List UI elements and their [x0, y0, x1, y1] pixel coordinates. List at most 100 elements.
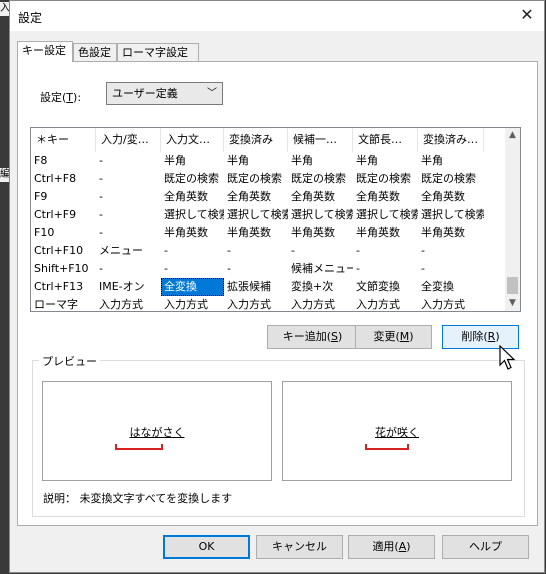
table-cell[interactable]: - — [161, 260, 224, 278]
table-cell[interactable]: 全角英数 — [161, 188, 224, 206]
table-cell[interactable]: 選択して検索 — [161, 206, 224, 224]
table-row[interactable]: F8- 半角 半角 半角 半角 半角 — [31, 152, 505, 170]
table-cell[interactable]: 半角英数 — [288, 224, 353, 242]
table-row[interactable]: F10- 半角英数 半角英数 半角英数 半角英数 半角英数 — [31, 224, 505, 242]
scroll-up-icon[interactable]: ▲ — [505, 128, 520, 143]
preview-label: プレビュー — [39, 353, 100, 369]
table-cell[interactable]: 全角英数 — [418, 188, 484, 206]
table-cell[interactable]: - — [96, 152, 161, 170]
table-cell[interactable]: 入力方式 — [224, 296, 288, 311]
add-key-button[interactable]: キー追加(S) — [267, 325, 358, 349]
table-cell[interactable]: メニュー — [96, 242, 161, 260]
table-cell[interactable]: 選択して検索 — [288, 206, 353, 224]
change-button[interactable]: 変更(M) — [355, 325, 432, 349]
tab-color-settings[interactable]: 色設定 — [73, 43, 117, 61]
scroll-thumb[interactable] — [507, 277, 518, 294]
table-cell[interactable]: - — [224, 242, 288, 260]
table-cell[interactable]: 半角英数 — [353, 224, 418, 242]
table-row[interactable]: Ctrl+F9- 選択して検索 選択して検索 選択して検索 選択して検索 選択して検索 — [31, 206, 505, 224]
table-cell[interactable]: 全変換 — [161, 278, 224, 296]
column-header[interactable]: ＊キー — [31, 128, 96, 152]
table-cell[interactable]: - — [288, 242, 353, 260]
table-row[interactable]: Ctrl+F13 IME-オン 全変換 拡張候補 変換+次 文節変換 全変換 — [31, 278, 505, 296]
table-cell[interactable]: 拡張候補 — [224, 278, 288, 296]
table-cell[interactable]: 半角 — [288, 152, 353, 170]
table-cell[interactable]: 全角英数 — [353, 188, 418, 206]
table-cell[interactable]: - — [96, 206, 161, 224]
table-cell[interactable]: 選択して検索 — [353, 206, 418, 224]
table-cell[interactable]: - — [96, 224, 161, 242]
apply-button[interactable]: 適用(A) — [348, 535, 435, 559]
table-cell[interactable]: 候補メニュー — [288, 260, 353, 278]
table-cell[interactable]: - — [224, 260, 288, 278]
column-header[interactable]: 入力文… — [161, 128, 224, 152]
table-cell[interactable]: 選択して検索 — [224, 206, 288, 224]
table-cell[interactable]: 既定の検索 — [288, 170, 353, 188]
table-cell[interactable]: F9 — [31, 188, 96, 206]
column-header[interactable]: 変換済み — [224, 128, 288, 152]
table-row[interactable]: Ctrl+F8- 既定の検索 既定の検索 既定の検索 既定の検索 既定の検索 — [31, 170, 505, 188]
column-header[interactable]: 入力/変… — [96, 128, 161, 152]
table-cell[interactable]: Ctrl+F13 — [31, 278, 96, 296]
table-cell[interactable]: Ctrl+F8 — [31, 170, 96, 188]
tab-key-settings[interactable]: キー設定 — [17, 41, 73, 62]
scroll-down-icon[interactable]: ▼ — [505, 296, 520, 311]
table-cell[interactable]: IME-オン — [96, 278, 161, 296]
table-cell[interactable]: 全角英数 — [288, 188, 353, 206]
description-text: 未変換文字すべてを変換します — [79, 492, 233, 505]
table-cell[interactable]: - — [96, 260, 161, 278]
key-settings-panel: 設定(T): ユーザー定義 ﹀ ＊キー 入力/変… 入力文… 変換済み 候補一… 文節長…… — [17, 61, 538, 526]
table-cell[interactable]: 半角 — [224, 152, 288, 170]
table-cell[interactable]: - — [353, 242, 418, 260]
table-cell[interactable]: 入力方式 — [418, 296, 484, 311]
table-cell[interactable]: 全角英数 — [224, 188, 288, 206]
table-cell[interactable]: Shift+F10 — [31, 260, 96, 278]
table-cell[interactable]: - — [96, 188, 161, 206]
table-row[interactable]: Shift+F10- - - 候補メニュー - - — [31, 260, 505, 278]
settings-dialog: 設定 ✕ キー設定 色設定 ローマ字設定 設定(T): ユーザー定義 ﹀ ＊キー… — [9, 0, 545, 573]
table-cell[interactable]: 選択して検索 — [418, 206, 484, 224]
table-cell[interactable]: Ctrl+F10 — [31, 242, 96, 260]
table-cell[interactable]: 既定の検索 — [224, 170, 288, 188]
table-cell[interactable]: ローマ字 — [31, 296, 96, 311]
key-table[interactable]: ＊キー 入力/変… 入力文… 変換済み 候補一… 文節長… 変換済み… F8- 半角 半角 半角半… — [30, 127, 521, 312]
table-cell[interactable]: 全変換 — [418, 278, 484, 296]
table-row[interactable]: Ctrl+F10 メニュー - - - - - — [31, 242, 505, 260]
preview-after: 花が咲く — [282, 381, 512, 481]
table-cell[interactable]: Ctrl+F9 — [31, 206, 96, 224]
table-cell[interactable]: 半角英数 — [161, 224, 224, 242]
column-header[interactable]: 候補一… — [288, 128, 353, 152]
table-cell[interactable]: 入力方式 — [96, 296, 161, 311]
table-cell[interactable]: - — [161, 242, 224, 260]
table-cell[interactable]: - — [418, 260, 484, 278]
table-cell[interactable]: 半角英数 — [418, 224, 484, 242]
table-cell[interactable]: 入力方式 — [288, 296, 353, 311]
cancel-button[interactable]: キャンセル — [256, 535, 343, 559]
tab-romaji-settings[interactable]: ローマ字設定 — [117, 43, 199, 61]
table-cell[interactable]: - — [418, 242, 484, 260]
close-icon[interactable]: ✕ — [516, 4, 538, 26]
help-button[interactable]: ヘルプ — [442, 535, 529, 559]
vertical-scrollbar[interactable]: ▲ ▼ — [505, 128, 520, 311]
table-cell[interactable]: F8 — [31, 152, 96, 170]
table-cell[interactable]: - — [96, 170, 161, 188]
table-cell[interactable]: 既定の検索 — [418, 170, 484, 188]
table-cell[interactable]: 変換+次 — [288, 278, 353, 296]
table-row[interactable]: F9- 全角英数 全角英数 全角英数 全角英数 全角英数 — [31, 188, 505, 206]
ok-button[interactable]: OK — [163, 535, 250, 559]
table-cell[interactable]: 半角 — [161, 152, 224, 170]
table-cell[interactable]: F10 — [31, 224, 96, 242]
table-row[interactable]: ローマ字 入力方式 入力方式 入力方式 入力方式 入力方式 入力方式 — [31, 296, 505, 311]
table-cell[interactable]: 半角 — [353, 152, 418, 170]
column-header[interactable]: 変換済み… — [418, 128, 484, 152]
table-cell[interactable]: 文節変換 — [353, 278, 418, 296]
table-cell[interactable]: 入力方式 — [161, 296, 224, 311]
table-cell[interactable]: - — [353, 260, 418, 278]
table-cell[interactable]: 既定の検索 — [353, 170, 418, 188]
table-cell[interactable]: 半角英数 — [224, 224, 288, 242]
table-cell[interactable]: 既定の検索 — [161, 170, 224, 188]
settings-select[interactable]: ユーザー定義 ﹀ — [106, 82, 223, 105]
column-header[interactable]: 文節長… — [353, 128, 418, 152]
table-cell[interactable]: 入力方式 — [353, 296, 418, 311]
table-cell[interactable]: 半角 — [418, 152, 484, 170]
